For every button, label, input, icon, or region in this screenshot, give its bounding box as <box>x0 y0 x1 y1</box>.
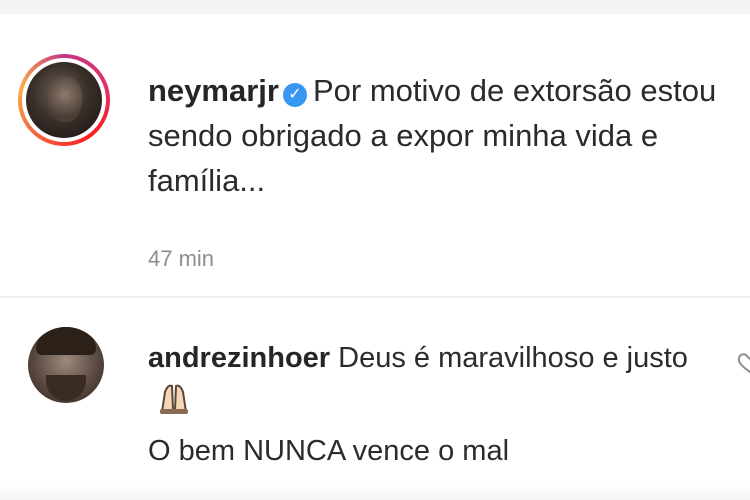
divider <box>0 296 750 298</box>
praying-hands-icon <box>156 380 192 429</box>
commenter-avatar[interactable] <box>28 327 104 403</box>
post-timestamp[interactable]: 47 min <box>148 246 214 272</box>
comment-text-part1: Deus é maravilhoso e justo <box>338 342 688 374</box>
post-author-avatar[interactable] <box>18 54 110 146</box>
bottom-edge <box>0 486 750 500</box>
verified-badge-icon: ✓ <box>282 83 307 107</box>
post-username[interactable]: neymarjr <box>148 73 279 108</box>
heart-icon[interactable] <box>736 352 750 374</box>
comment-text-part2: O bem NUNCA vence o mal <box>148 435 510 467</box>
top-bar <box>0 0 750 14</box>
post-caption: neymarjr ✓ Por motivo de extorsão estou se… <box>148 68 733 203</box>
comment-username[interactable]: andrezinhoer <box>148 342 330 374</box>
comment: andrezinhoer Deus é maravilhoso e justo … <box>148 336 708 473</box>
avatar-image <box>26 62 102 138</box>
